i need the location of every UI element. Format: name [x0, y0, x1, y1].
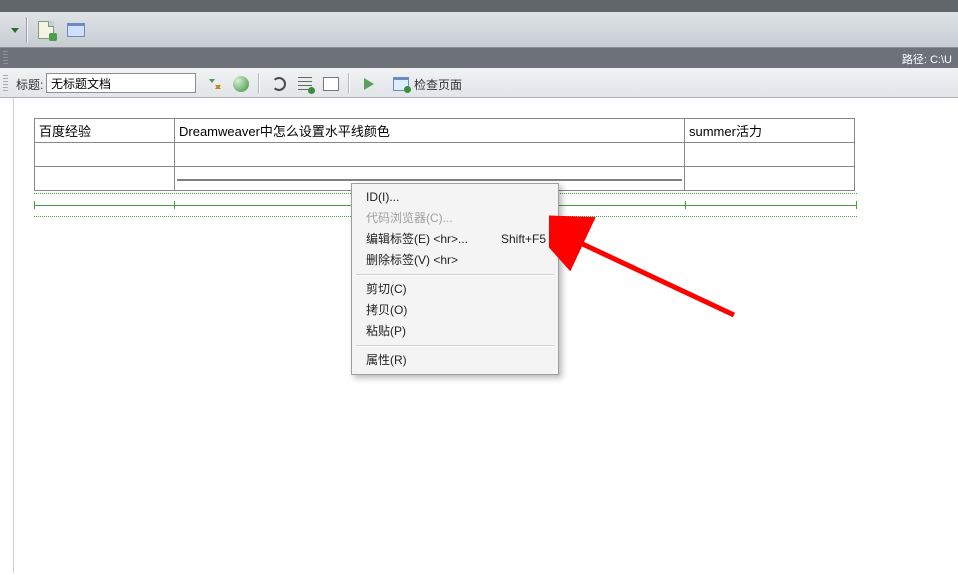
refresh-button[interactable]: [268, 73, 290, 95]
toolbar-separator: [26, 17, 28, 43]
context-menu: ID(I)... 代码浏览器(C)... 编辑标签(E) <hr>...Shif…: [351, 183, 559, 375]
indicator-tick: [34, 201, 35, 209]
title-input[interactable]: [46, 73, 196, 93]
content-table[interactable]: 百度经验 Dreamweaver中怎么设置水平线颜色 summer活力: [34, 118, 855, 191]
drag-handle-icon: [3, 51, 8, 65]
table-cell[interactable]: [175, 143, 685, 167]
table-cell[interactable]: [35, 143, 175, 167]
new-document-button[interactable]: [35, 19, 57, 41]
table-row[interactable]: 百度经验 Dreamweaver中怎么设置水平线颜色 summer活力: [35, 119, 855, 143]
view-options-button[interactable]: [294, 73, 316, 95]
table-cell[interactable]: [685, 143, 855, 167]
menu-cut[interactable]: 剪切(C): [352, 279, 558, 300]
table-row[interactable]: [35, 143, 855, 167]
panel-button[interactable]: [65, 19, 87, 41]
options-icon: [323, 77, 339, 91]
window-check-icon: [393, 77, 409, 91]
menu-separator: [356, 345, 554, 347]
live-view-button[interactable]: [358, 73, 380, 95]
visual-aids-button[interactable]: [320, 73, 342, 95]
play-icon: [364, 78, 374, 90]
table-cell[interactable]: [685, 167, 855, 191]
path-label: 路径: C:\U: [902, 51, 952, 67]
menu-id[interactable]: ID(I)...: [352, 187, 558, 208]
panel-icon: [67, 23, 85, 37]
primary-toolbar: [0, 12, 958, 48]
menu-paste[interactable]: 粘贴(P): [352, 321, 558, 342]
menu-remove-tag[interactable]: 删除标签(V) <hr>: [352, 250, 558, 271]
indicator-tick: [856, 201, 857, 209]
menu-copy[interactable]: 拷贝(O): [352, 300, 558, 321]
path-bar: 路径: C:\U: [0, 48, 958, 68]
refresh-icon: [272, 77, 286, 91]
globe-icon: [233, 76, 249, 92]
document-icon: [38, 21, 54, 39]
indicator-tick: [174, 201, 175, 209]
preview-browser-button[interactable]: [230, 73, 252, 95]
drag-handle-icon: [3, 75, 8, 91]
up-down-arrows-icon: [208, 76, 222, 92]
menu-code-browser: 代码浏览器(C)...: [352, 208, 558, 229]
document-toolbar: 标题: 检查页面: [0, 68, 958, 98]
menu-separator: [356, 274, 554, 276]
menu-properties[interactable]: 属性(R): [352, 350, 558, 371]
list-icon: [298, 77, 312, 91]
hr-element[interactable]: [177, 179, 682, 181]
table-cell[interactable]: [35, 167, 175, 191]
check-page-button[interactable]: [390, 73, 412, 95]
table-cell[interactable]: summer活力: [685, 119, 855, 143]
menu-edit-tag[interactable]: 编辑标签(E) <hr>...Shift+F5: [352, 229, 558, 250]
layout-dropdown-button[interactable]: [4, 19, 26, 41]
check-page-label: 检查页面: [414, 76, 462, 93]
table-cell[interactable]: Dreamweaver中怎么设置水平线颜色: [175, 119, 685, 143]
table-cell[interactable]: 百度经验: [35, 119, 175, 143]
dropdown-arrow-icon: [11, 28, 19, 33]
toolbar-separator: [348, 73, 350, 93]
toolbar-separator: [258, 73, 260, 93]
tab-strip: [0, 0, 958, 12]
indicator-tick: [685, 201, 686, 209]
file-management-button[interactable]: [204, 73, 226, 95]
title-label: 标题:: [16, 76, 43, 93]
